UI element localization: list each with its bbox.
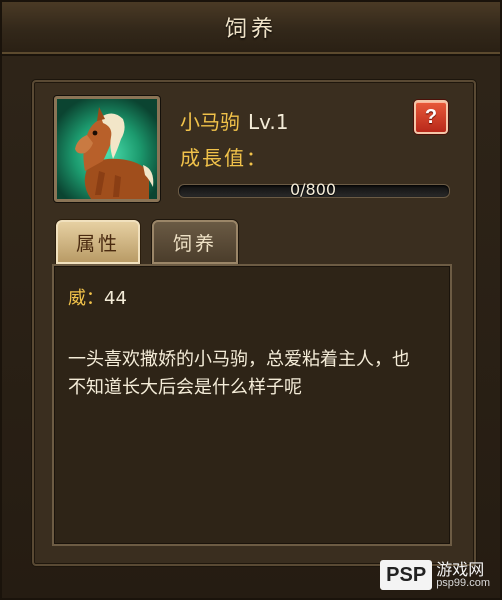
stat-label: 威： [68,288,104,309]
help-button[interactable]: ? [414,100,448,134]
site-watermark: PSP 游戏网 psp99.com [380,560,490,590]
watermark-logo: PSP [380,560,433,590]
watermark-site: psp99.com [436,576,490,589]
tab-attributes[interactable]: 属性 [56,220,140,264]
growth-progress-text: 0/800 [289,180,337,199]
window-title: 饲养 [224,17,277,42]
growth-label: 成長值： [180,146,268,170]
watermark-title: 游戏网 [436,559,485,579]
stat-row-power: 威： 44 [68,284,127,310]
pet-portrait [54,96,160,202]
watermark-text: 游戏网 psp99.com [436,559,490,589]
attributes-content: 威： 44 一头喜欢撒娇的小马驹，总爱粘着主人，也不知道长大后会是什么样子呢 [52,264,452,546]
pet-panel: 小马驹 Lv.1 成長值： ? 0/800 属性 饲养 威： 44 一头喜欢撒娇… [32,80,476,566]
stat-value: 44 [104,288,127,309]
pet-description: 一头喜欢撒娇的小马驹，总爱粘着主人，也不知道长大后会是什么样子呢 [68,349,410,398]
pet-name-row: 小马驹 Lv.1 [180,106,289,135]
pet-level: Lv.1 [248,110,289,134]
feeding-window: 饲养 小马驹 Lv.1 成長值： ? 0/800 属性 饲养 威： 44 一头喜… [0,0,502,600]
title-bar: 饲养 [2,2,500,54]
pet-name: 小马驹 [180,110,240,134]
foal-icon [57,99,157,199]
tab-feeding[interactable]: 饲养 [152,220,238,264]
